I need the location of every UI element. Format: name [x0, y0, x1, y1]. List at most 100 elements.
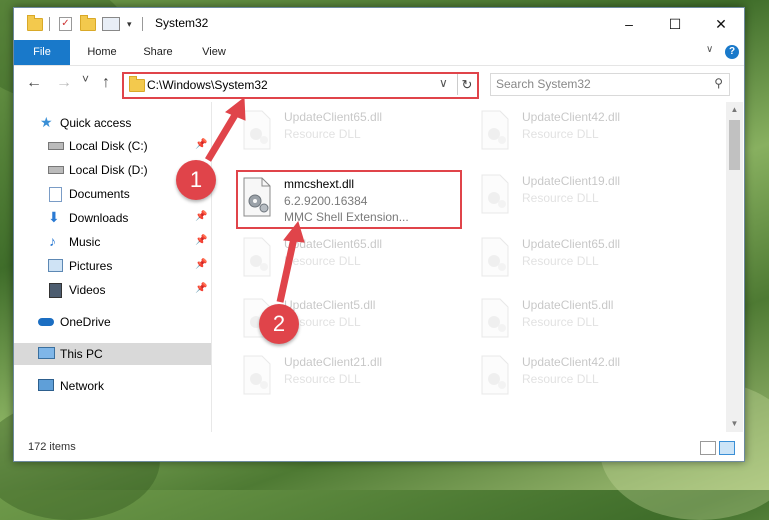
tab-home[interactable]: Home: [80, 40, 124, 65]
recent-locations-button[interactable]: ˅: [82, 72, 89, 86]
search-placeholder: Search System32: [496, 77, 591, 91]
sidebar-item-videos[interactable]: Videos 📌: [14, 279, 211, 301]
cloud-icon: [38, 318, 54, 326]
details-view-icon[interactable]: [700, 441, 716, 455]
navigation-pane: ★ Quick access Local Disk (C:) 📌 Local D…: [14, 102, 212, 432]
tab-file[interactable]: File: [14, 40, 70, 65]
tiles-view-icon[interactable]: [719, 441, 735, 455]
pin-icon[interactable]: 📌: [195, 211, 207, 222]
drive-icon: [48, 142, 64, 150]
file-item[interactable]: UpdateClient21.dll Resource DLL: [236, 351, 460, 399]
sidebar-item-label: Videos: [69, 283, 106, 297]
network-icon: [38, 379, 54, 391]
pin-icon[interactable]: 📌: [195, 139, 207, 150]
forward-button[interactable]: →: [56, 74, 72, 92]
address-folder-icon: [129, 76, 145, 92]
pin-icon[interactable]: 📌: [195, 259, 207, 270]
sidebar-item-music[interactable]: ♪ Music 📌: [14, 231, 211, 253]
pin-icon[interactable]: 📌: [195, 283, 207, 294]
file-name: UpdateClient65.dll: [522, 237, 621, 251]
customize-quick-access-icon[interactable]: ▾: [127, 16, 132, 32]
file-view: UpdateClient65.dll Resource DLL mmcshext…: [212, 102, 726, 432]
file-description: Resource DLL: [522, 372, 599, 386]
file-name: UpdateClient65.dll: [284, 237, 383, 251]
star-icon: ★: [40, 114, 53, 130]
sidebar-item-this-pc[interactable]: This PC: [14, 343, 211, 365]
pictures-icon: [48, 259, 63, 272]
file-item[interactable]: UpdateClient65.dll Resource DLL: [474, 233, 698, 281]
sidebar-item-quick-access[interactable]: ★ Quick access: [14, 112, 211, 134]
vertical-scrollbar[interactable]: ▲ ▼: [726, 102, 743, 432]
file-name: UpdateClient21.dll: [284, 355, 383, 369]
sidebar-item-pictures[interactable]: Pictures 📌: [14, 255, 211, 277]
drive-icon: [48, 166, 64, 174]
dll-file-icon: [243, 355, 271, 395]
sidebar-item-label: Quick access: [60, 116, 132, 130]
address-path[interactable]: C:\Windows\System32: [147, 78, 268, 92]
ribbon-collapse-icon[interactable]: ∨: [706, 44, 713, 55]
sidebar-item-local-disk-c[interactable]: Local Disk (C:) 📌: [14, 135, 211, 157]
downloads-icon: ⬇: [48, 209, 60, 225]
sidebar-item-label: Local Disk (C:): [69, 139, 148, 153]
navigation-bar: ← → ˅ ↑ C:\Windows\System32 ∨ ↻ Search S…: [14, 66, 744, 102]
scrollbar-thumb[interactable]: [729, 120, 740, 170]
tab-share[interactable]: Share: [136, 40, 180, 65]
scroll-down-arrow-icon[interactable]: ▼: [726, 416, 743, 432]
new-folder-icon[interactable]: [80, 14, 96, 32]
sidebar-item-label: Network: [60, 379, 105, 393]
file-description: Resource DLL: [284, 372, 361, 386]
file-description: Resource DLL: [522, 315, 599, 329]
close-button[interactable]: ✕: [698, 8, 744, 40]
sidebar-item-label: Downloads: [69, 211, 129, 225]
tab-view[interactable]: View: [194, 40, 234, 65]
ribbon: File Home Share View ∨ ?: [14, 40, 744, 66]
status-bar: 172 items: [14, 432, 744, 461]
scroll-up-arrow-icon[interactable]: ▲: [726, 102, 743, 118]
file-name: UpdateClient19.dll: [522, 174, 621, 188]
pin-icon[interactable]: 📌: [195, 235, 207, 246]
search-icon[interactable]: ⚲: [714, 76, 723, 90]
dll-file-icon: [243, 237, 271, 277]
refresh-icon[interactable]: ↻: [457, 74, 476, 95]
up-button[interactable]: ↑: [102, 74, 110, 92]
file-description: Resource DLL: [522, 127, 599, 141]
music-icon: ♪: [49, 233, 56, 249]
minimize-button[interactable]: –: [606, 8, 652, 40]
file-name: UpdateClient42.dll: [522, 110, 621, 124]
file-description: Resource DLL: [522, 254, 599, 268]
sidebar-item-label: This PC: [60, 347, 103, 361]
sidebar-item-label: Music: [69, 235, 101, 249]
sidebar-item-downloads[interactable]: ⬇ Downloads 📌: [14, 207, 211, 229]
file-description: Resource DLL: [522, 191, 599, 205]
address-bar[interactable]: C:\Windows\System32 ∨ ↻: [122, 72, 479, 99]
folder-icon[interactable]: [27, 14, 43, 32]
file-description: Resource DLL: [284, 127, 361, 141]
dll-file-icon: [481, 110, 509, 150]
properties-check-icon[interactable]: ✓: [59, 16, 72, 32]
sidebar-item-network[interactable]: Network: [14, 375, 211, 397]
address-dropdown-icon[interactable]: ∨: [439, 76, 448, 90]
sidebar-item-label: Documents: [69, 187, 130, 201]
quick-access-separator: [49, 16, 50, 32]
file-item[interactable]: UpdateClient19.dll Resource DLL: [474, 170, 698, 218]
videos-icon: [49, 283, 62, 298]
properties-icon[interactable]: [102, 16, 120, 32]
file-item[interactable]: UpdateClient42.dll Resource DLL: [474, 106, 698, 154]
file-item[interactable]: UpdateClient65.dll Resource DLL: [236, 233, 460, 281]
file-item[interactable]: UpdateClient65.dll Resource DLL: [236, 106, 460, 154]
file-name: UpdateClient5.dll: [522, 298, 614, 312]
back-button[interactable]: ←: [26, 74, 42, 92]
highlight-box-file: [236, 170, 462, 229]
sidebar-item-label: OneDrive: [60, 315, 111, 329]
maximize-button[interactable]: ☐: [652, 8, 698, 40]
dll-file-icon: [243, 110, 271, 150]
file-item[interactable]: UpdateClient5.dll Resource DLL: [474, 294, 698, 342]
search-input[interactable]: Search System32 ⚲: [490, 73, 730, 96]
sidebar-item-label: Local Disk (D:): [69, 163, 148, 177]
help-icon[interactable]: ?: [725, 45, 739, 59]
dll-file-icon: [481, 174, 509, 214]
dll-file-icon: [481, 298, 509, 338]
sidebar-item-onedrive[interactable]: OneDrive: [14, 311, 211, 333]
file-item[interactable]: UpdateClient42.dll Resource DLL: [474, 351, 698, 399]
item-count: 172 items: [28, 441, 76, 453]
